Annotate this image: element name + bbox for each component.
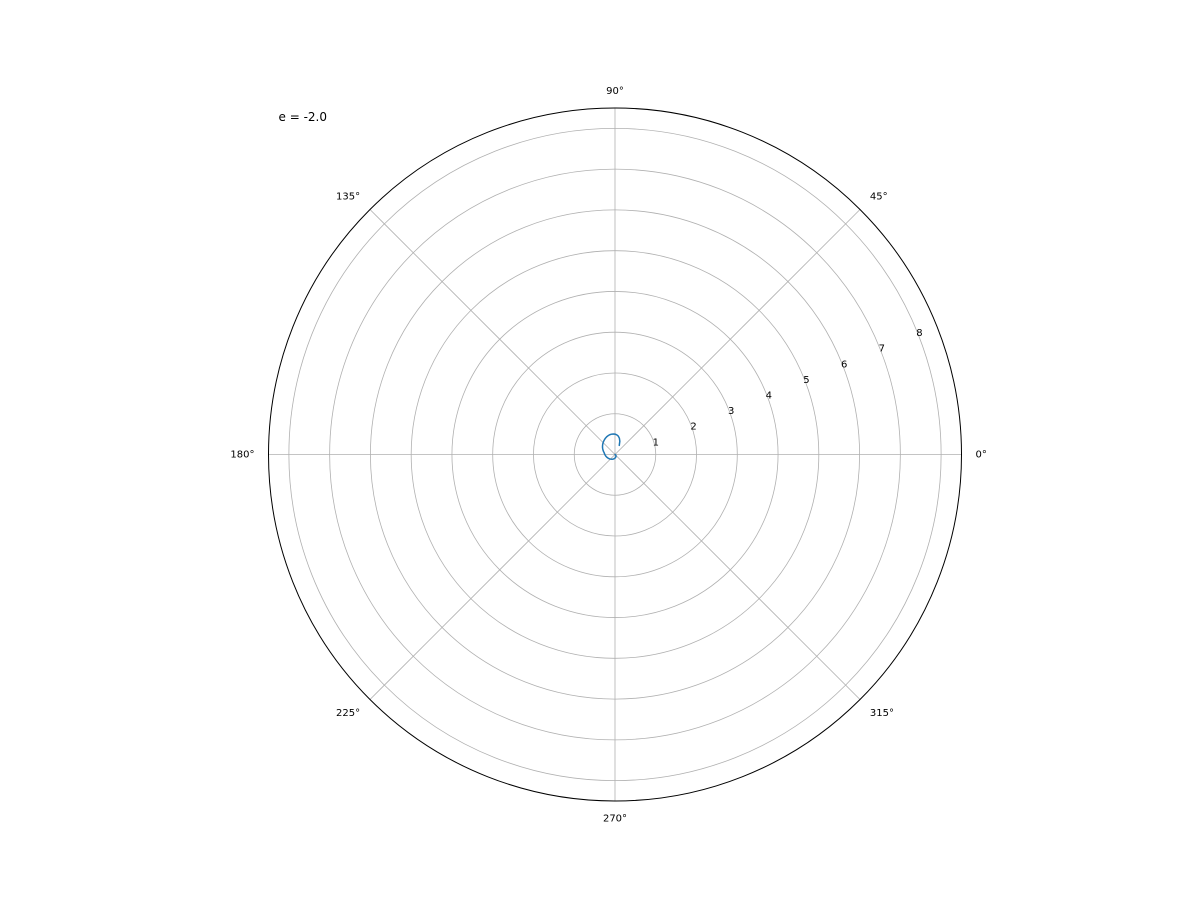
figure: 1 2 3 4 5 6 7 8 0° 45° 90° 135° 180° 225° 270° 315° e … <box>0 0 1200 900</box>
r-tick-label: 8 <box>916 328 922 339</box>
theta-tick-label: 0° <box>976 450 987 461</box>
chart-title: e = -2.0 <box>279 110 327 124</box>
theta-tick-label: 225° <box>336 708 360 719</box>
r-tick-label: 6 <box>841 359 847 370</box>
theta-tick-label: 180° <box>230 450 254 461</box>
theta-tick-label: 315° <box>870 708 894 719</box>
r-tick-label: 3 <box>728 406 734 417</box>
r-tick-label: 4 <box>766 391 772 402</box>
r-tick-label: 7 <box>879 344 885 355</box>
theta-tick-label: 90° <box>606 86 624 97</box>
series-line <box>603 434 620 459</box>
theta-tick-labels: 0° 45° 90° 135° 180° 225° 270° 315° <box>230 86 986 824</box>
theta-tick-label: 270° <box>603 813 627 824</box>
r-tick-label: 1 <box>653 437 659 448</box>
r-tick-label: 2 <box>690 422 696 433</box>
theta-tick-label: 45° <box>870 192 888 203</box>
polar-axes: 1 2 3 4 5 6 7 8 0° 45° 90° 135° 180° 225° 270° 315° e … <box>0 0 1200 900</box>
theta-tick-label: 135° <box>336 192 360 203</box>
r-tick-label: 5 <box>803 375 809 386</box>
